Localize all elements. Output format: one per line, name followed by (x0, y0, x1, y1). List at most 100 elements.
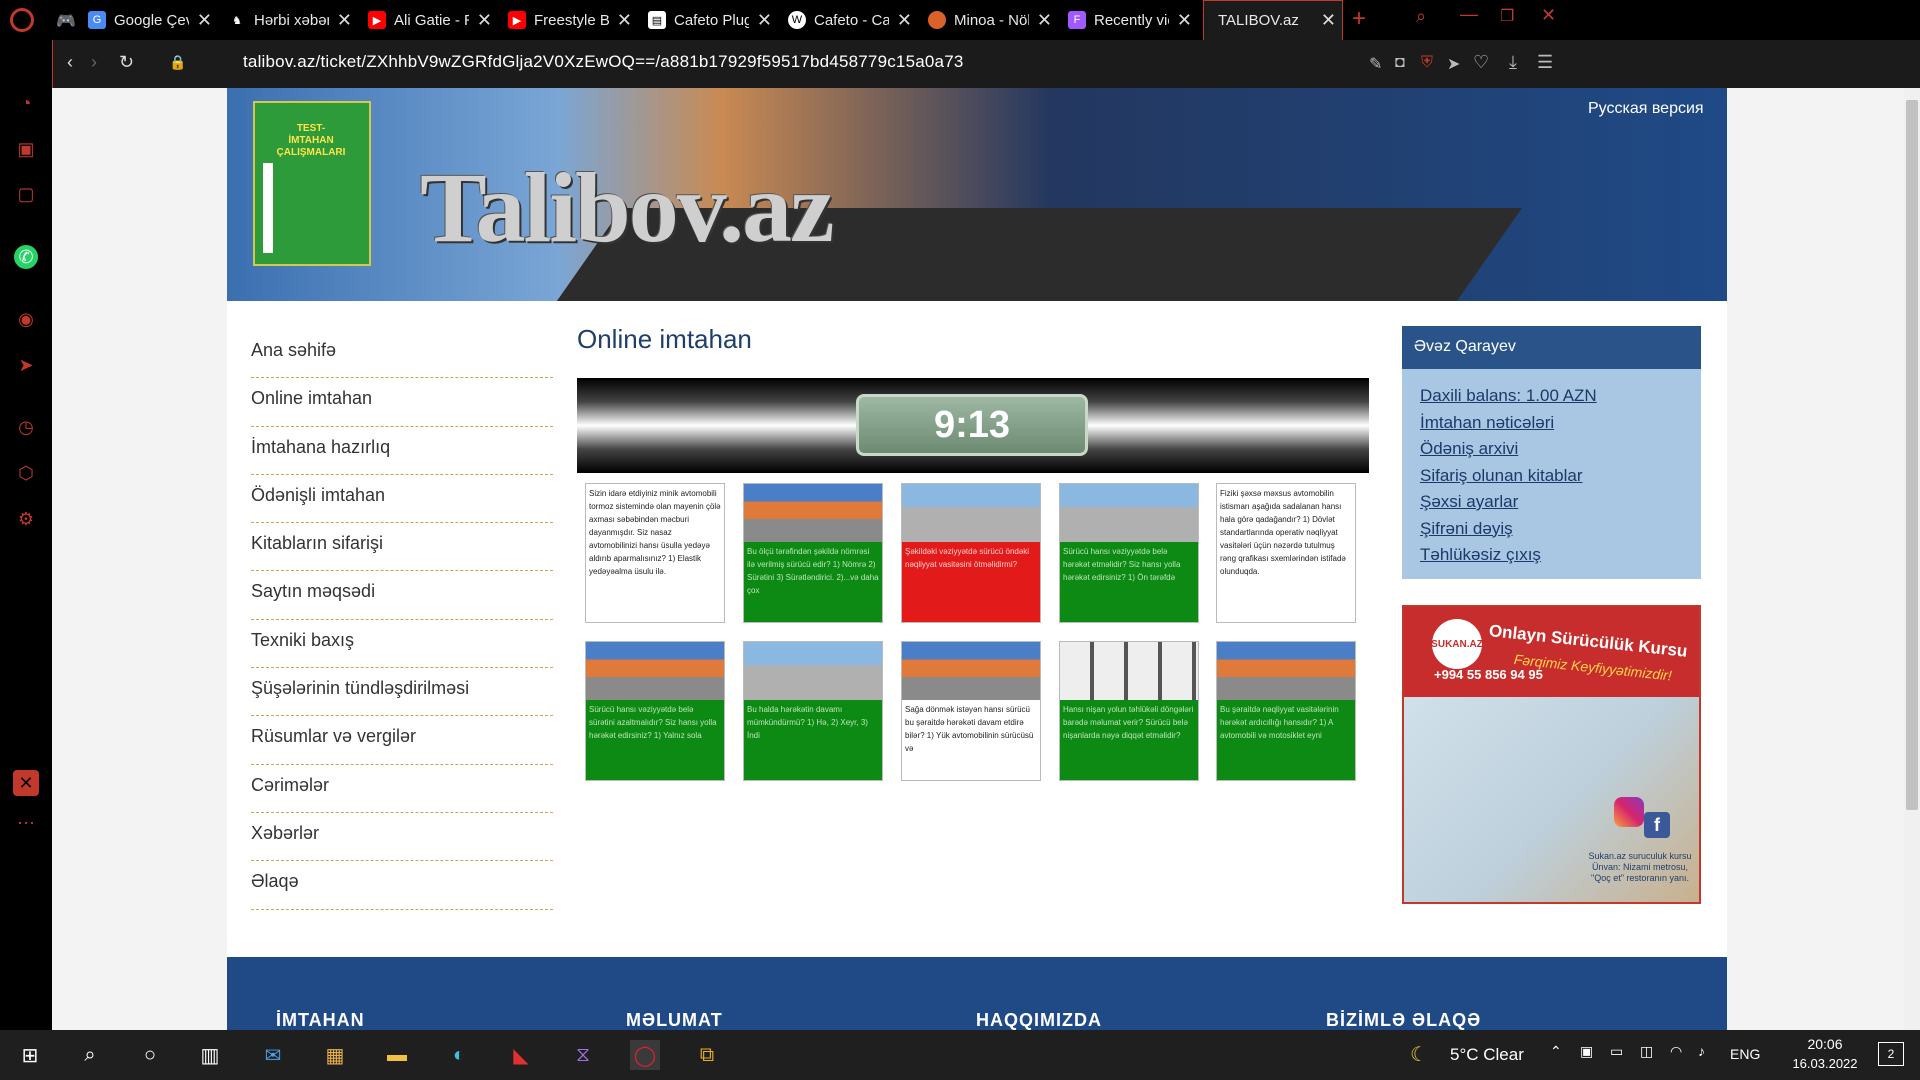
mail-icon[interactable]: ✉ (258, 1040, 288, 1070)
close-tab-icon[interactable]: ✕ (337, 10, 352, 31)
network-icon[interactable]: ◫ (1640, 1043, 1653, 1060)
minimize-icon[interactable]: — (1460, 4, 1478, 25)
tab-talibov-active[interactable]: TALIBOV.az ✕ (1203, 0, 1343, 40)
back-icon[interactable]: ‹ (67, 52, 73, 73)
opera-taskbar-icon[interactable]: ◯ (630, 1040, 660, 1070)
question-card-4[interactable]: Sürücü hansı vəziyyətdə belə hərəkət etm… (1059, 483, 1199, 623)
question-card-8[interactable]: Sağa dönmək istəyən hansı sürücü bu şəra… (901, 641, 1041, 781)
app-icon[interactable]: ⧉ (692, 1040, 722, 1070)
reload-icon[interactable]: ↻ (119, 52, 134, 73)
search-icon[interactable]: ⌕ (75, 1040, 105, 1070)
russian-version-link[interactable]: Русская версия (1588, 100, 1704, 118)
task-view-icon[interactable]: ▥ (195, 1040, 225, 1070)
close-tab-icon[interactable]: ✕ (1321, 10, 1336, 31)
edit-icon[interactable]: ✎ (1369, 54, 1382, 74)
heart-icon[interactable]: ♡ (1473, 52, 1489, 73)
question-card-10[interactable]: Bu şəraitdə nəqliyyat vasitələrinin hərə… (1216, 641, 1356, 781)
speed-dial-icon[interactable]: ◔ (13, 90, 39, 116)
clock-date[interactable]: 16.03.2022 (1782, 1056, 1868, 1071)
payment-archive-link[interactable]: Ödəniş arxivi (1420, 436, 1597, 463)
tab-herbi-xeberler[interactable]: ♞ Hərbi xəbərlər, / ✕ (222, 2, 358, 38)
scrollbar-thumb[interactable] (1906, 100, 1918, 810)
nav-exam-prep[interactable]: İmtahana hazırlıq (251, 427, 553, 475)
bag-icon[interactable]: ▣ (13, 136, 39, 162)
nav-book-order[interactable]: Kitabların sifarişi (251, 523, 553, 572)
close-tab-icon[interactable]: ✕ (1177, 10, 1192, 31)
clock-time[interactable]: 20:06 (1790, 1036, 1860, 1052)
adblock-shield-icon[interactable]: ⛨ (1421, 54, 1433, 72)
balance-link[interactable]: Daxili balans: 1.00 AZN (1420, 383, 1597, 410)
tab-figma-recent[interactable]: F Recently viewed ✕ (1062, 2, 1198, 38)
download-icon[interactable]: ⤓ (1509, 52, 1517, 73)
nav-site-purpose[interactable]: Saytın məqsədi (251, 571, 553, 620)
question-card-9[interactable]: Hansı nişan yolun təhlükəli döngələri ba… (1059, 641, 1199, 781)
close-window-icon[interactable]: ✕ (1541, 5, 1556, 26)
extensions-icon[interactable]: ⬡ (13, 460, 39, 486)
send-icon[interactable]: ➤ (13, 352, 39, 378)
change-password-link[interactable]: Şifrəni dəyiş (1420, 516, 1597, 543)
nav-window-tint[interactable]: Şüşələrinin tündləşdirilməsi (251, 668, 553, 717)
tab-cafeto-cafe[interactable]: W Cafeto - Cafe & ✕ (782, 2, 918, 38)
nav-home[interactable]: Ana səhifə (251, 330, 553, 379)
question-card-7[interactable]: Bu halda hərəkətin davamı mümkündürmü? 1… (743, 641, 883, 781)
aria-icon[interactable]: ✕ (13, 770, 39, 796)
whatsapp-icon[interactable]: ✆ (14, 245, 38, 269)
more-icon[interactable]: ⋯ (13, 810, 39, 836)
gamepad-icon[interactable]: 🎮 (56, 11, 76, 31)
logout-link[interactable]: Təhlükəsiz çıxış (1420, 542, 1597, 569)
nav-fees-taxes[interactable]: Rüsumlar və vergilər (251, 716, 553, 765)
edge-icon[interactable]: ◐ (444, 1040, 474, 1070)
tray-chevron-icon[interactable]: ⌃ (1550, 1043, 1562, 1060)
personal-settings-link[interactable]: Şəxsi ayarlar (1420, 489, 1597, 516)
opera-logo-icon[interactable] (10, 8, 34, 32)
cortana-icon[interactable]: ○ (135, 1040, 165, 1070)
nav-paid-exam[interactable]: Ödənişli imtahan (251, 475, 553, 524)
site-logo[interactable]: Talibov.az (420, 150, 835, 265)
new-tab-icon[interactable]: + (1352, 5, 1366, 33)
player-icon[interactable]: ◉ (13, 306, 39, 332)
ad-banner[interactable]: SUKAN.AZ Onlayn Sürücülük Kursu Fərqimiz… (1402, 605, 1701, 904)
wifi-icon[interactable]: ◠ (1670, 1043, 1682, 1060)
volume-icon[interactable]: ♪ (1698, 1043, 1705, 1059)
forward-icon[interactable]: › (91, 52, 97, 73)
exam-results-link[interactable]: İmtahan nəticələri (1420, 410, 1597, 437)
camera-icon[interactable]: ◘ (1395, 54, 1405, 72)
close-tab-icon[interactable]: ✕ (197, 10, 212, 31)
nav-fines[interactable]: Cərimələr (251, 765, 553, 813)
nav-tech-inspection[interactable]: Texniki baxış (251, 620, 553, 669)
tab-cafeto-plugins[interactable]: ▤ Cafeto Plugins, ✕ (642, 2, 778, 38)
question-card-6[interactable]: Sürücü hansı vəziyyətdə belə sürətini az… (585, 641, 725, 781)
tab-freestyle-beat[interactable]: ▶ Freestyle Beat - ✕ (502, 2, 638, 38)
question-card-5[interactable]: Fiziki şəxsə məxsus avtomobilin istismar… (1216, 483, 1356, 623)
notification-center-icon[interactable]: 2 (1878, 1042, 1904, 1066)
share-icon[interactable]: ➤ (1447, 54, 1460, 74)
ordered-books-link[interactable]: Sifariş olunan kitablar (1420, 463, 1597, 490)
store-icon[interactable]: ▦ (320, 1040, 350, 1070)
tray-device-icon[interactable]: ▣ (1580, 1043, 1593, 1060)
tab-ali-gatie[interactable]: ▶ Ali Gatie - Runn ✕ (362, 2, 498, 38)
nav-news[interactable]: Xəbərlər (251, 813, 553, 862)
lock-icon[interactable]: 🔒 (169, 54, 186, 71)
settings-icon[interactable]: ⚙ (13, 506, 39, 532)
restore-icon[interactable]: ❐ (1500, 6, 1514, 26)
game-app-icon[interactable]: ◣ (506, 1040, 536, 1070)
battery-icon[interactable]: ▭ (1610, 1043, 1623, 1060)
question-card-1[interactable]: Sizin idarə etdiyiniz minik avtomobili t… (585, 483, 725, 623)
question-card-2[interactable]: Bu ölçü tərəfindən şəkildə nömrəsi ilə v… (743, 483, 883, 623)
close-tab-icon[interactable]: ✕ (897, 10, 912, 31)
nav-contact[interactable]: Əlaqə (251, 861, 553, 910)
close-tab-icon[interactable]: ✕ (477, 10, 492, 31)
search-tabs-icon[interactable]: ⌕ (1416, 6, 1426, 27)
question-card-3[interactable]: Şəkildəki vəziyyətdə sürücü öndəki nəqli… (901, 483, 1041, 623)
easy-setup-icon[interactable]: ☰ (1537, 52, 1553, 73)
history-icon[interactable]: ◷ (13, 414, 39, 440)
language-indicator[interactable]: ENG (1730, 1046, 1760, 1062)
file-explorer-icon[interactable]: ▬ (382, 1040, 412, 1070)
url-field[interactable]: talibov.az/ticket/ZXhhbV9wZGRfdGlja2V0Xz… (243, 52, 964, 72)
close-tab-icon[interactable]: ✕ (617, 10, 632, 31)
nav-online-exam[interactable]: Online imtahan (251, 378, 553, 427)
close-tab-icon[interactable]: ✕ (1037, 10, 1052, 31)
visual-studio-icon[interactable]: ⧖ (568, 1040, 598, 1070)
tab-google-translate[interactable]: G Google Çeviri ✕ (82, 2, 218, 38)
tab-minoa[interactable]: Minoa - Nöbetç ✕ (922, 2, 1058, 38)
